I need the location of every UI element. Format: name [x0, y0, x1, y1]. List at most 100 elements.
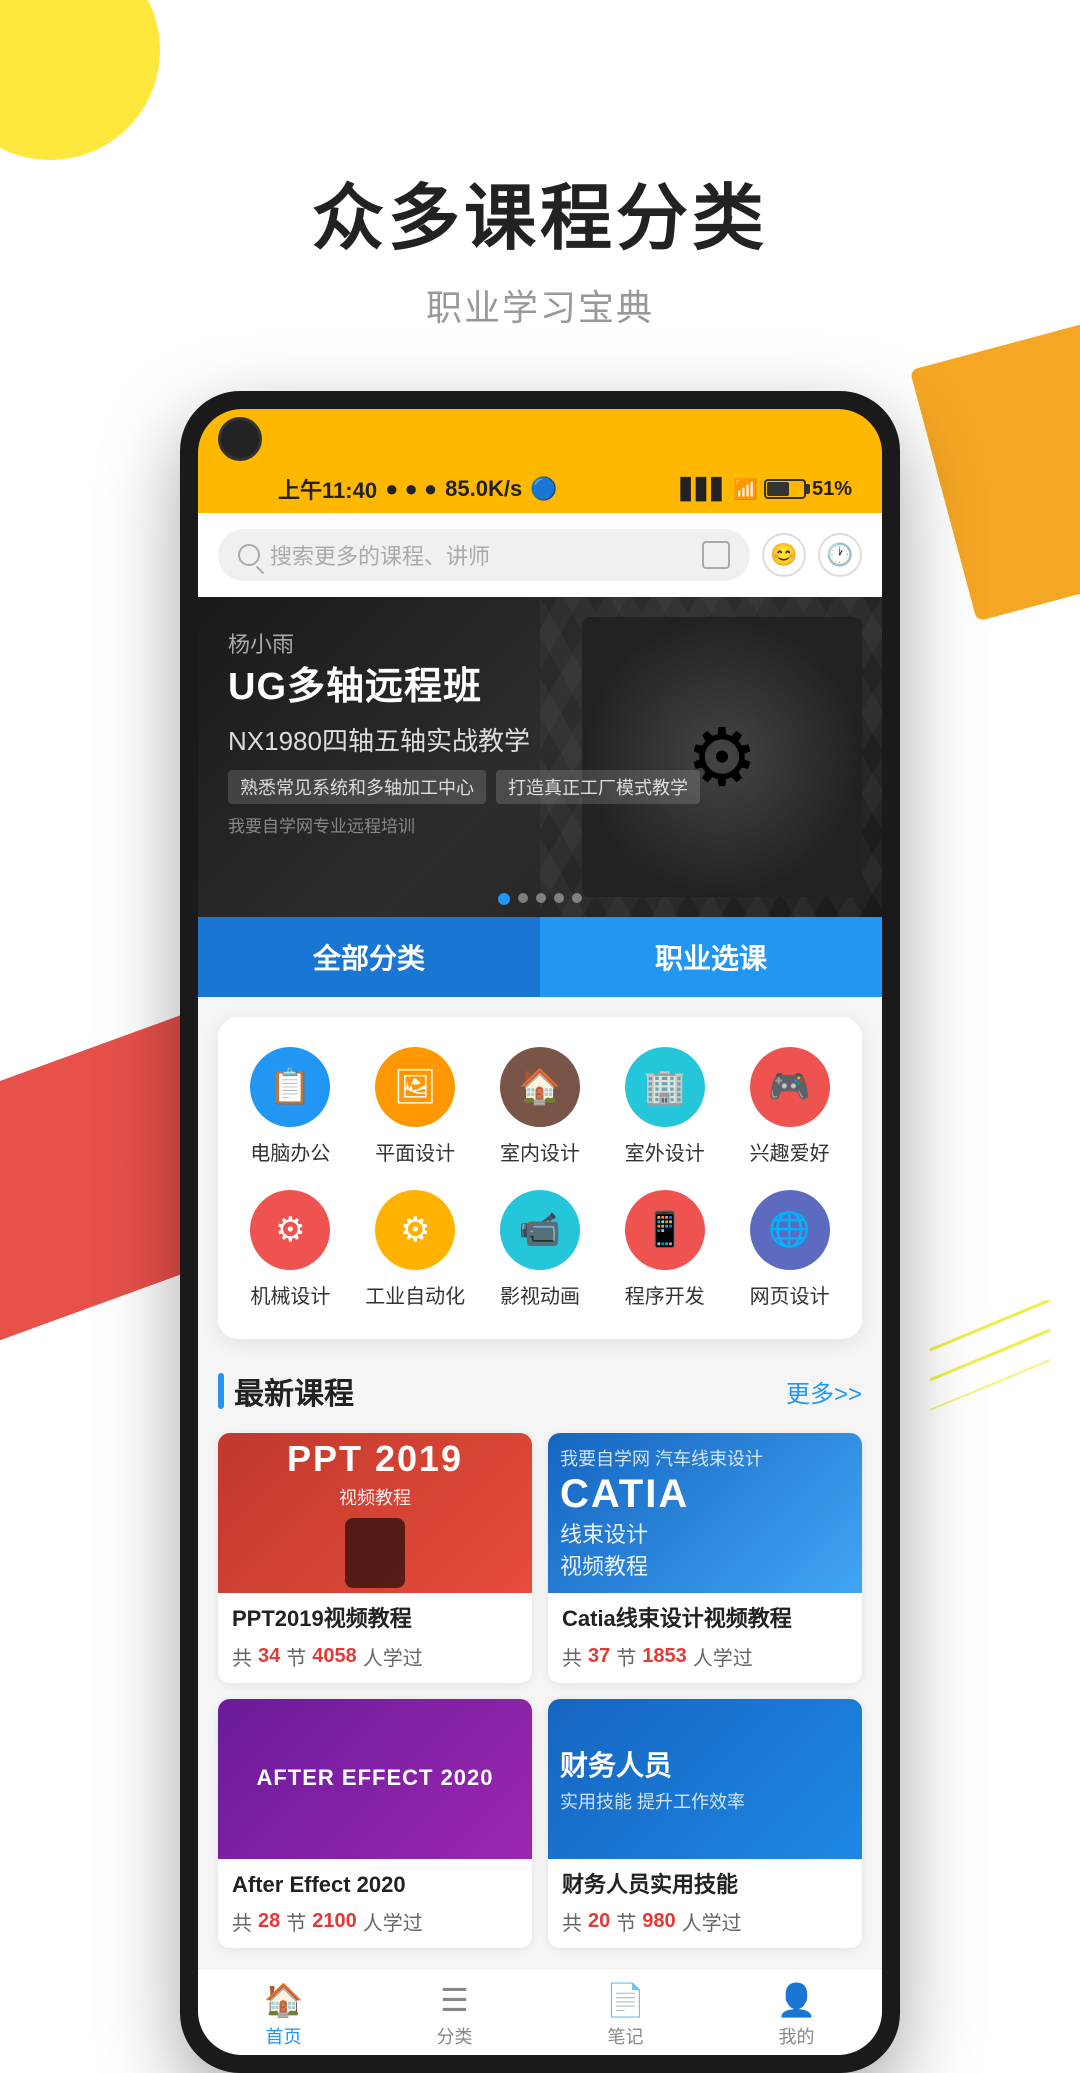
phone-mockup: 上午11:40 ● ● ● 85.0K/s 🔵 ▋▋▋ 📶 51% 搜索更多的: [0, 391, 1080, 2073]
ae-course-name: After Effect 2020: [232, 1871, 518, 1900]
ae-sections: 28: [258, 1910, 280, 1933]
nav-label-notes: 笔记: [608, 2023, 644, 2049]
category-item-web[interactable]: 🌐 网页设计: [727, 1190, 852, 1309]
battery-percent: 51%: [812, 478, 852, 501]
status-time: 上午11:40: [278, 473, 377, 505]
finance-title: 财务人员: [560, 1744, 850, 1784]
category-icon-hobby: 🎮: [750, 1047, 830, 1127]
banner-section[interactable]: 杨小雨 UG多轴远程班 NX1980四轴五轴实战教学 熟悉常见系统和多轴加工中心…: [198, 597, 882, 917]
banner-tag-2: 打造真正工厂模式教学: [496, 770, 700, 804]
courses-grid: PPT 2019 视频教程 PPT2019视频教程 共 34 节: [218, 1433, 862, 1948]
status-bar: 上午11:40 ● ● ● 85.0K/s 🔵 ▋▋▋ 📶 51%: [198, 469, 882, 513]
nav-item-list[interactable]: ☰ 分类: [369, 1981, 540, 2049]
ppt-course-stats: 共 34 节 4058 人学过: [232, 1642, 518, 1671]
course-thumbnail-finance: 财务人员 实用技能 提升工作效率: [548, 1699, 862, 1859]
finance-course-stats: 共 20 节 980 人学过: [562, 1907, 848, 1936]
ppt-section-prefix: 共: [232, 1642, 252, 1671]
catia-sections: 37: [588, 1645, 610, 1668]
category-item-video[interactable]: 📹 影视动画: [478, 1190, 603, 1309]
category-icon-mechanical: ⚙: [250, 1190, 330, 1270]
action-buttons-row: 全部分类 职业选课: [198, 917, 882, 997]
top-icons: 😊 🕐: [762, 533, 862, 577]
nav-label-list: 分类: [437, 2023, 473, 2049]
status-right: ▋▋▋ 📶 51%: [681, 477, 852, 502]
phone-screen: 搜索更多的课程、讲师 😊 🕐 杨小雨 UG多轴远程班 NX1980四轴五轴实战教…: [198, 513, 882, 2055]
finance-students: 980: [642, 1910, 675, 1933]
ae-students: 2100: [312, 1910, 357, 1933]
notes-icon: 📄: [606, 1981, 646, 2019]
category-item-graphic[interactable]: 🖼 平面设计: [353, 1047, 478, 1166]
dot-1[interactable]: [498, 893, 510, 905]
category-icon-programming: 📱: [625, 1190, 705, 1270]
course-card-finance[interactable]: 财务人员 实用技能 提升工作效率 财务人员实用技能 共 20 节 980: [548, 1699, 862, 1949]
list-icon: ☰: [440, 1981, 469, 2019]
dot-3[interactable]: [536, 893, 546, 903]
nav-item-notes[interactable]: 📄 笔记: [540, 1981, 711, 2049]
course-card-ppt[interactable]: PPT 2019 视频教程 PPT2019视频教程 共 34 节: [218, 1433, 532, 1683]
category-item-mechanical[interactable]: ⚙ 机械设计: [228, 1190, 353, 1309]
course-thumbnail-catia: 我要自学网 汽车线束设计 CATIA 线束设计视频教程: [548, 1433, 862, 1593]
catia-section-suffix: 节: [616, 1642, 636, 1671]
courses-title: 最新课程: [234, 1369, 354, 1413]
nav-item-home[interactable]: 🏠 首页: [198, 1981, 369, 2049]
finance-sections: 20: [588, 1910, 610, 1933]
courses-more-link[interactable]: 更多>>: [786, 1374, 862, 1409]
category-label-web: 网页设计: [750, 1280, 830, 1309]
category-card: 📋 电脑办公 🖼 平面设计 🏠 室内设计 🏢 室外设计: [218, 1017, 862, 1339]
course-thumbnail-ppt: PPT 2019 视频教程: [218, 1433, 532, 1593]
career-courses-button[interactable]: 职业选课: [540, 917, 882, 997]
catia-students: 1853: [642, 1645, 687, 1668]
category-label-interior: 室内设计: [500, 1137, 580, 1166]
catia-student-suffix: 人学过: [693, 1642, 753, 1671]
page-subtitle: 职业学习宝典: [0, 279, 1080, 331]
finance-subtitle: 实用技能 提升工作效率: [560, 1788, 850, 1814]
history-button[interactable]: 🕐: [818, 533, 862, 577]
course-card-ae[interactable]: AFTER EFFECT 2020 After Effect 2020 共 28…: [218, 1699, 532, 1949]
category-item-exterior[interactable]: 🏢 室外设计: [602, 1047, 727, 1166]
ae-title: AFTER EFFECT 2020: [256, 1764, 493, 1793]
nav-label-profile: 我的: [779, 2023, 815, 2049]
phone-frame: 上午11:40 ● ● ● 85.0K/s 🔵 ▋▋▋ 📶 51% 搜索更多的: [180, 391, 900, 2073]
course-thumbnail-ae: AFTER EFFECT 2020: [218, 1699, 532, 1859]
status-battery: [764, 479, 806, 499]
search-input-box[interactable]: 搜索更多的课程、讲师: [218, 529, 750, 581]
catia-top-text: 我要自学网 汽车线束设计: [560, 1445, 850, 1471]
category-item-automation[interactable]: ⚙ 工业自动化: [353, 1190, 478, 1309]
banner-title: UG多轴远程班: [228, 665, 700, 711]
catia-thumb-content: 我要自学网 汽车线束设计 CATIA 线束设计视频教程: [548, 1433, 862, 1593]
catia-subtitle: 线束设计视频教程: [560, 1517, 850, 1581]
catia-section-prefix: 共: [562, 1642, 582, 1671]
banner-tags: 熟悉常见系统和多轴加工中心 打造真正工厂模式教学: [228, 770, 700, 804]
catia-brand: CATIA: [560, 1472, 850, 1517]
search-bar-row: 搜索更多的课程、讲师 😊 🕐: [198, 513, 882, 597]
emoji-button[interactable]: 😊: [762, 533, 806, 577]
dot-2[interactable]: [518, 893, 528, 903]
category-label-hobby: 兴趣爱好: [750, 1137, 830, 1166]
catia-course-info: Catia线束设计视频教程 共 37 节 1853 人学过: [548, 1593, 862, 1683]
ae-course-info: After Effect 2020 共 28 节 2100 人学过: [218, 1859, 532, 1949]
profile-icon: 👤: [777, 1981, 817, 2019]
category-label-exterior: 室外设计: [625, 1137, 705, 1166]
course-card-catia[interactable]: 我要自学网 汽车线束设计 CATIA 线束设计视频教程 Catia线束设计视频教…: [548, 1433, 862, 1683]
ppt-thumb-title: PPT 2019: [287, 1438, 463, 1480]
category-label-office: 电脑办公: [250, 1137, 330, 1166]
category-item-interior[interactable]: 🏠 室内设计: [478, 1047, 603, 1166]
banner-bg: 杨小雨 UG多轴远程班 NX1980四轴五轴实战教学 熟悉常见系统和多轴加工中心…: [198, 597, 882, 917]
courses-section: 最新课程 更多>> PPT 2019 视频教程: [198, 1359, 882, 1968]
category-item-hobby[interactable]: 🎮 兴趣爱好: [727, 1047, 852, 1166]
dot-5[interactable]: [572, 893, 582, 903]
status-wifi: 📶: [733, 477, 758, 502]
dot-4[interactable]: [554, 893, 564, 903]
finance-course-info: 财务人员实用技能 共 20 节 980 人学过: [548, 1859, 862, 1949]
home-icon: 🏠: [264, 1981, 304, 2019]
category-icon-interior: 🏠: [500, 1047, 580, 1127]
nav-label-home: 首页: [266, 2023, 302, 2049]
category-item-programming[interactable]: 📱 程序开发: [602, 1190, 727, 1309]
all-categories-button[interactable]: 全部分类: [198, 917, 540, 997]
phone-camera: [218, 417, 262, 461]
nav-item-profile[interactable]: 👤 我的: [711, 1981, 882, 2049]
category-label-programming: 程序开发: [625, 1280, 705, 1309]
banner-subtitle: NX1980四轴五轴实战教学: [228, 721, 700, 758]
scan-icon[interactable]: [702, 541, 730, 569]
category-item-office[interactable]: 📋 电脑办公: [228, 1047, 353, 1166]
